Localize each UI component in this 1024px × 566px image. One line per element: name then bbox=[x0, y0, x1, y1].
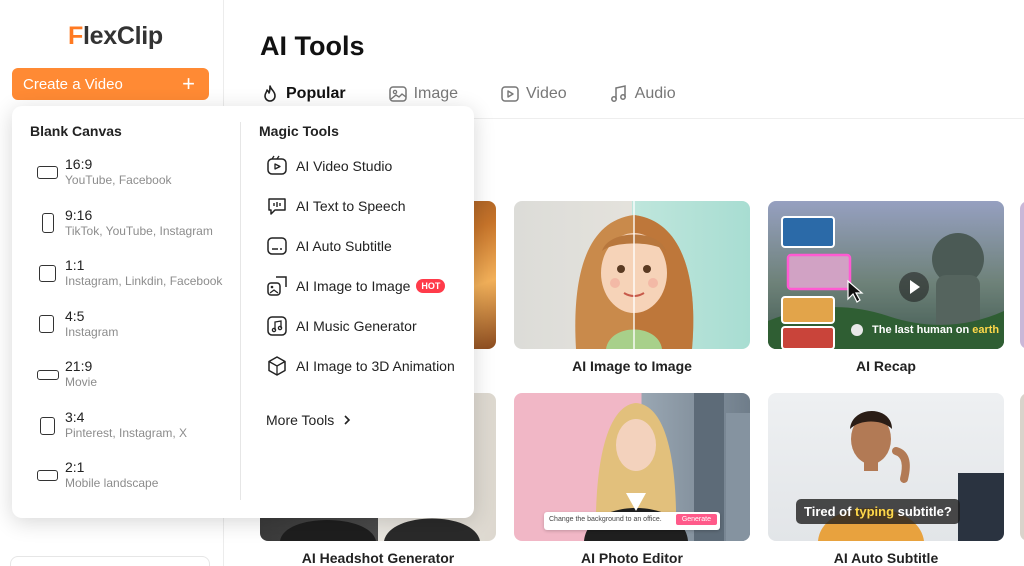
recap-caption: The last human on earth bbox=[872, 324, 1000, 336]
tab-image[interactable]: Image bbox=[388, 84, 458, 104]
dropdown-divider bbox=[240, 122, 241, 500]
photo-editor-prompt-bar: Change the background to an office. Gene… bbox=[544, 512, 720, 530]
card-ai-recap[interactable]: The last human on earth bbox=[768, 201, 1004, 349]
ratio-name: 1:1 bbox=[65, 257, 85, 273]
create-video-dropdown: Blank Canvas Magic Tools 16:9 YouTube, Fa… bbox=[12, 106, 474, 518]
ratio-desc: Movie bbox=[65, 375, 98, 389]
music-generator-icon bbox=[267, 316, 287, 336]
card-label-auto-subtitle: AI Auto Subtitle bbox=[833, 550, 939, 566]
music-note-icon bbox=[610, 85, 626, 102]
card-label-recap: AI Recap bbox=[856, 358, 916, 374]
image-swap-icon bbox=[267, 276, 287, 296]
tab-audio[interactable]: Audio bbox=[609, 84, 676, 104]
cube-icon bbox=[268, 356, 286, 376]
flame-icon bbox=[264, 85, 276, 102]
create-video-label: Create a Video bbox=[23, 75, 123, 93]
tool-ai-music-generator[interactable]: AI Music Generator bbox=[266, 315, 417, 337]
tab-bar: Popular Image Video Audio bbox=[260, 84, 718, 104]
chevron-right-icon bbox=[344, 415, 351, 425]
card-ai-image-to-image[interactable] bbox=[514, 201, 750, 349]
card-label-photo-editor: AI Photo Editor bbox=[581, 550, 683, 566]
subtitle-caption: Tired of typing subtitle? bbox=[796, 499, 960, 524]
flexclip-logo[interactable]: FlexClip bbox=[68, 22, 163, 51]
card-label-image-to-image: AI Image to Image bbox=[572, 358, 692, 374]
speech-bubble-icon bbox=[268, 198, 286, 215]
tool-ai-auto-subtitle[interactable]: AI Auto Subtitle bbox=[266, 235, 392, 257]
magic-tools-heading: Magic Tools bbox=[259, 123, 339, 139]
ratio-2-1-icon bbox=[37, 470, 58, 481]
ratio-name: 4:5 bbox=[65, 308, 85, 324]
photo-editor-generate-button[interactable]: Generate bbox=[675, 514, 717, 525]
sidebar-bottom-panel bbox=[10, 556, 210, 566]
ratio-9-16-icon bbox=[42, 213, 54, 233]
ratio-1-1-icon bbox=[39, 265, 56, 282]
ratio-desc: TikTok, YouTube, Instagram bbox=[65, 224, 213, 238]
ratio-4-5-icon bbox=[39, 315, 54, 333]
ratio-desc: Instagram bbox=[65, 325, 119, 339]
hot-badge: HOT bbox=[416, 279, 446, 293]
image-icon bbox=[388, 86, 407, 102]
ratio-desc: Pinterest, Instagram, X bbox=[65, 426, 188, 440]
card-partial-right-2[interactable] bbox=[1020, 393, 1024, 541]
create-video-button[interactable]: Create a Video + bbox=[12, 68, 209, 100]
photo-editor-prompt-text: Change the background to an office. bbox=[549, 516, 662, 523]
ratio-16-9-icon bbox=[37, 166, 58, 179]
ratio-desc: YouTube, Facebook bbox=[65, 173, 172, 187]
ratio-21-9-icon bbox=[37, 370, 59, 380]
blank-canvas-heading: Blank Canvas bbox=[30, 123, 122, 139]
ratio-desc: Instagram, Linkdin, Facebook bbox=[65, 274, 223, 288]
tool-ai-image-to-3d-animation[interactable]: AI Image to 3D Animation bbox=[266, 355, 455, 377]
plus-icon: + bbox=[182, 71, 195, 96]
ratio-desc: Mobile landscape bbox=[65, 476, 159, 490]
video-studio-icon bbox=[267, 155, 287, 175]
card-label-headshot-generator: AI Headshot Generator bbox=[301, 550, 455, 566]
tab-popular[interactable]: Popular bbox=[260, 84, 346, 104]
ratio-name: 16:9 bbox=[65, 156, 93, 172]
ratio-3-4-icon bbox=[40, 417, 55, 435]
girl-portrait-illustration bbox=[575, 201, 694, 349]
video-icon bbox=[501, 86, 519, 102]
card-ai-auto-subtitle[interactable]: Tired of typing subtitle? bbox=[768, 393, 1004, 541]
subtitle-icon bbox=[267, 237, 287, 255]
tool-ai-video-studio[interactable]: AI Video Studio bbox=[266, 155, 392, 177]
tab-video[interactable]: Video bbox=[500, 84, 567, 104]
page-title: AI Tools bbox=[260, 31, 365, 61]
ratio-name: 9:16 bbox=[65, 207, 93, 223]
tool-ai-image-to-image[interactable]: AI Image to Image HOT bbox=[266, 275, 446, 297]
ratio-name: 21:9 bbox=[65, 358, 93, 374]
ratio-name: 2:1 bbox=[65, 459, 85, 475]
card-ai-photo-editor[interactable]: Change the background to an office. Gene… bbox=[514, 393, 750, 541]
tool-ai-text-to-speech[interactable]: AI Text to Speech bbox=[266, 195, 405, 217]
card-partial-right-1[interactable] bbox=[1020, 201, 1024, 349]
more-tools-link[interactable]: More Tools bbox=[266, 412, 354, 428]
ratio-name: 3:4 bbox=[65, 409, 85, 425]
